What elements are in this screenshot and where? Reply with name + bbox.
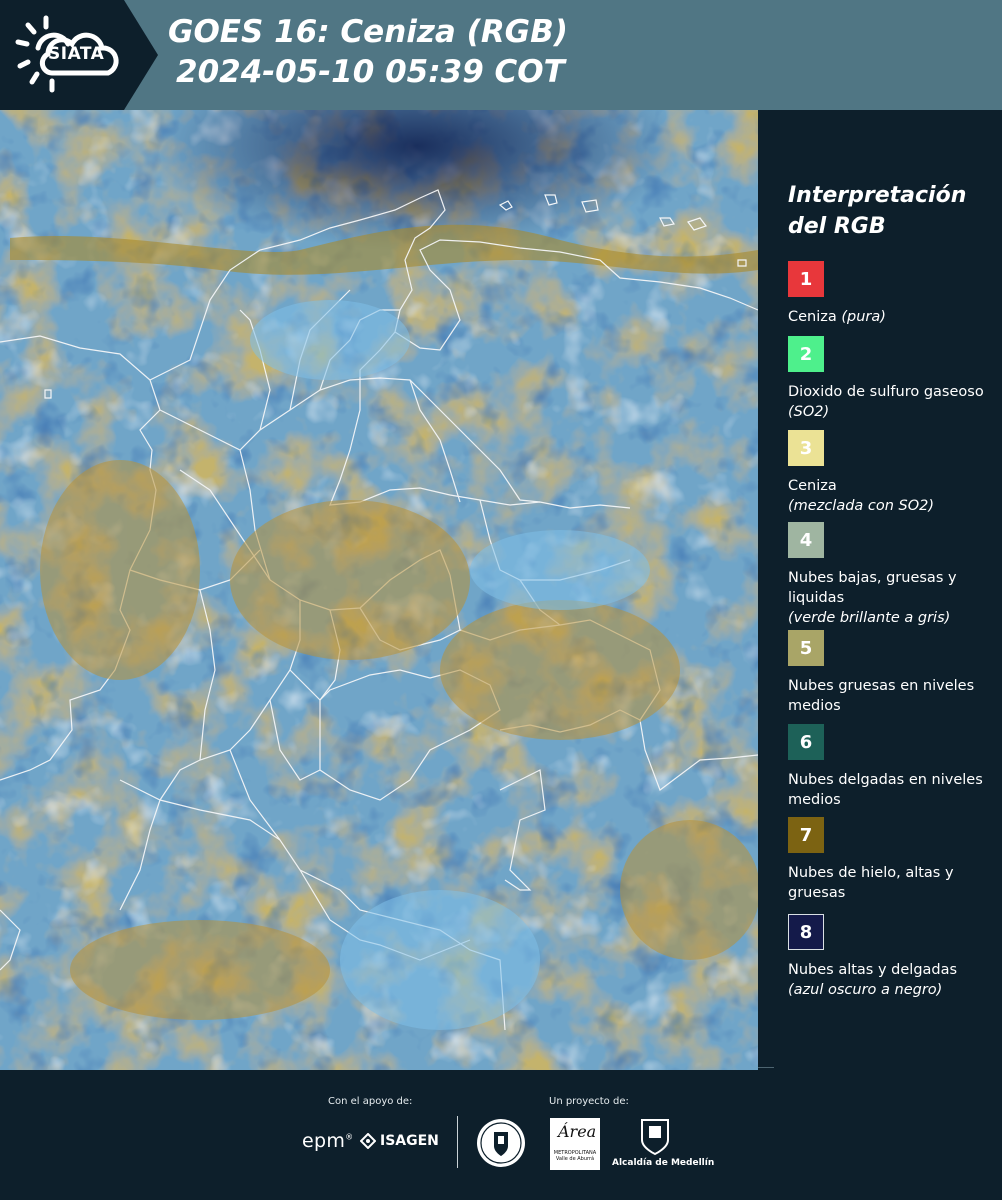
legend-label: Nubes de hielo, altas y gruesas [788,865,954,901]
legend-label: Nubes delgadas en niveles medios [788,772,983,808]
siata-logo: SIATA [0,0,158,110]
legend-item-5: 5 Nubes gruesas en niveles medios [788,630,988,716]
legend-swatch: 3 [788,430,824,466]
legend-item-6: 6 Nubes delgadas en niveles medios [788,724,988,810]
legend-label: Nubes gruesas en niveles medios [788,678,975,714]
legend-swatch: 2 [788,336,824,372]
area-metropolitana-logo: Área METROPOLITANA Valle de Aburrá [550,1118,600,1170]
logo-text: SIATA [48,44,105,64]
legend-swatch: 6 [788,724,824,760]
legend-item-1: 1 Ceniza (pura) [788,261,988,327]
page-title: GOES 16: Ceniza (RGB) [168,14,568,50]
legend-swatch: 7 [788,817,824,853]
alcaldia-shield-icon [641,1119,669,1156]
isagen-mark-icon [360,1133,376,1149]
legend-label: Nubes bajas, gruesas y liquidas (verde br… [788,570,957,626]
legend-item-4: 4 Nubes bajas, gruesas y liquidas (verde … [788,522,988,628]
header-bar: SIATA GOES 16: Ceniza (RGB) 2024-05-10 0… [0,0,1002,110]
support-label: Con el apoyo de: [328,1096,413,1107]
rgb-composite-image [0,110,758,1070]
divider [457,1116,458,1168]
legend-label: Ceniza (mezclada con SO2) [788,478,935,514]
footer: Con el apoyo de: Un proyecto de: epm® IS… [0,1070,1002,1200]
epm-logo: epm® [302,1130,354,1152]
legend-label: Nubes altas y delgadas (azul oscuro a neg… [788,962,958,998]
legend-item-8: 8 Nubes altas y delgadas (azul oscuro a n… [788,914,988,1000]
timestamp: 2024-05-10 05:39 COT [176,54,565,90]
legend-item-2: 2 Dioxido de sulfuro gaseoso (SO2) [788,336,988,422]
legend-label: Dioxido de sulfuro gaseoso (SO2) [788,384,984,420]
legend-panel: Interpretación del RGB 1 Ceniza (pura) 2… [758,110,1002,1070]
university-seal-icon [477,1119,525,1167]
legend-title: Interpretación del RGB [788,183,967,239]
legend-swatch: 5 [788,630,824,666]
legend-swatch: 8 [788,914,824,950]
legend-swatch: 1 [788,261,824,297]
project-label: Un proyecto de: [549,1096,629,1107]
isagen-logo: ISAGEN [360,1133,439,1149]
legend-swatch: 4 [788,522,824,558]
satellite-map[interactable] [0,110,758,1070]
legend-item-3: 3 Ceniza (mezclada con SO2) [788,430,988,516]
legend-label: Ceniza (pura) [788,309,886,325]
alcaldia-logo-text: Alcaldía de Medellín [612,1158,715,1168]
divider [758,1067,774,1068]
legend-item-7: 7 Nubes de hielo, altas y gruesas [788,817,988,903]
